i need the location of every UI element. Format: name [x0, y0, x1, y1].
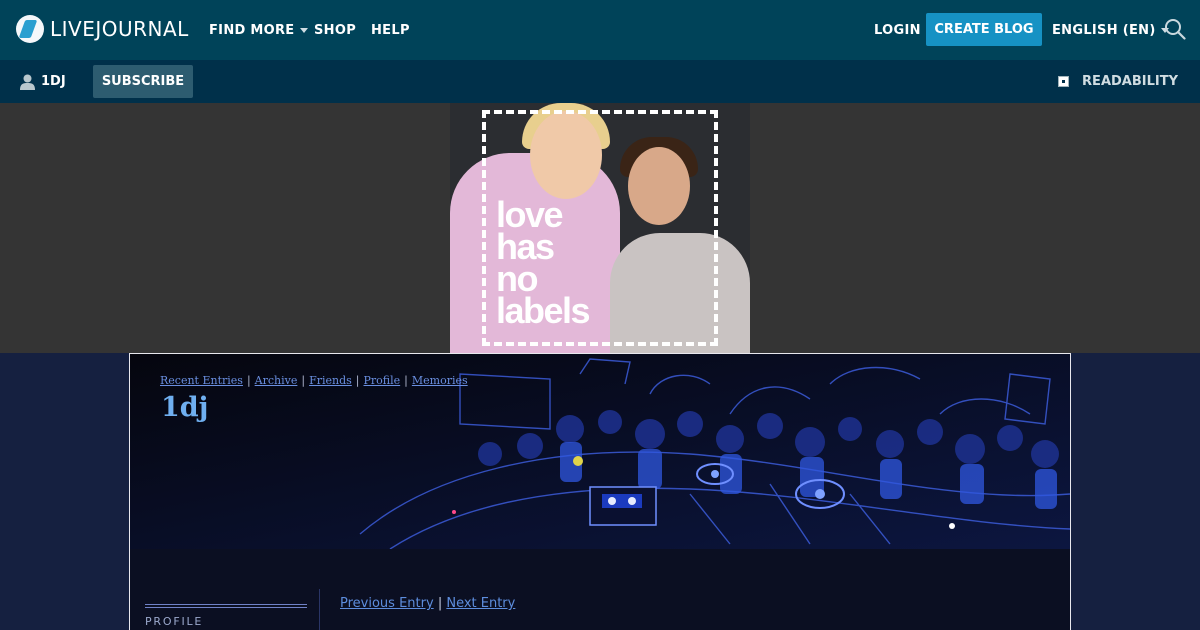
search-icon[interactable]: [1164, 18, 1186, 40]
profile-heading: PROFILE: [145, 615, 204, 628]
journal-user[interactable]: 1DJ: [20, 60, 66, 103]
brand-name: LIVEJOURNAL: [50, 17, 189, 41]
ad-slogan-line: labels: [496, 290, 591, 331]
username-label: 1DJ: [41, 74, 66, 89]
nav-shop[interactable]: SHOP: [314, 0, 356, 60]
readability-checkbox[interactable]: [1058, 76, 1070, 87]
nav-shop-label: SHOP: [314, 22, 357, 38]
nav-separator: |: [404, 374, 408, 387]
login-label: LOGIN: [874, 22, 921, 38]
nav-help-label: HELP: [371, 22, 410, 38]
nav-find-more[interactable]: FIND MORE: [209, 0, 308, 60]
livejournal-pencil-icon: [16, 15, 44, 43]
advertisement-banner[interactable]: love has no labels: [450, 103, 750, 353]
language-selector[interactable]: ENGLISH (EN): [1052, 0, 1169, 60]
nav-profile[interactable]: Profile: [364, 374, 401, 387]
nav-separator: |: [246, 374, 251, 387]
readability-toggle[interactable]: READABILITY: [1058, 60, 1178, 103]
nav-separator: |: [355, 374, 360, 387]
create-blog-button[interactable]: CREATE BLOG: [926, 13, 1042, 46]
nav-memories[interactable]: Memories: [412, 374, 468, 387]
livejournal-logo[interactable]: LIVEJOURNAL: [16, 15, 189, 43]
nav-friends[interactable]: Friends: [309, 374, 352, 387]
nav-help[interactable]: HELP: [371, 0, 410, 60]
language-label: ENGLISH (EN): [1052, 22, 1156, 38]
readability-label: READABILITY: [1082, 74, 1178, 89]
journal-header: Recent Entries | Archive | Friends | Profile | M…: [130, 354, 1070, 549]
journal-container: Recent Entries | Archive | Friends | Profile | M…: [129, 353, 1071, 630]
nav-find-more-label: FIND MORE: [209, 22, 295, 38]
nav-archive[interactable]: Archive: [255, 374, 298, 387]
entry-nav-separator: |: [437, 596, 443, 611]
chevron-down-icon: [299, 27, 308, 33]
ad-slogan: love has no labels: [496, 197, 591, 331]
journal-body: PROFILE Previous Entry | Next Entry: [130, 549, 1070, 630]
subscribe-button[interactable]: SUBSCRIBE: [93, 65, 193, 98]
nav-separator: |: [301, 374, 306, 387]
journal-navigation: Recent Entries | Archive | Friends | Profile | M…: [160, 374, 468, 387]
journal-title[interactable]: 1dj: [161, 392, 208, 423]
user-icon: [20, 74, 35, 90]
profile-divider: [145, 604, 307, 608]
next-entry-link[interactable]: Next Entry: [446, 596, 515, 611]
login-link[interactable]: LOGIN: [874, 0, 921, 60]
previous-entry-link[interactable]: Previous Entry: [340, 596, 434, 611]
sidebar-divider: [319, 589, 320, 630]
nav-recent-entries[interactable]: Recent Entries: [160, 374, 243, 387]
entry-navigation: Previous Entry | Next Entry: [340, 596, 515, 611]
